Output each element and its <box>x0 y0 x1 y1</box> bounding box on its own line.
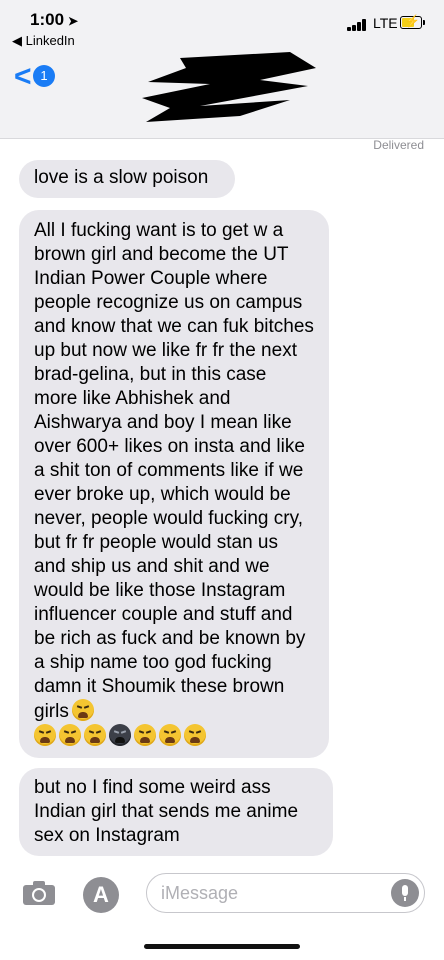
conversation-header: 1:00 ➤ ◀ LinkedIn LTE ⚡ < 1 <box>0 0 444 139</box>
redacted-contact <box>142 52 316 122</box>
signal-icon <box>347 19 369 31</box>
message-input[interactable]: iMessage <box>146 873 425 913</box>
chevron-left-icon: < <box>14 60 32 93</box>
message-bubble: love is a slow poison <box>19 160 235 198</box>
tired-face-dark-icon <box>109 724 131 746</box>
location-arrow-icon: ➤ <box>68 14 79 28</box>
microphone-icon[interactable] <box>391 879 419 907</box>
tired-face-icon <box>134 724 156 746</box>
back-to-app-link[interactable]: ◀ LinkedIn <box>12 33 75 49</box>
tired-face-icon <box>184 724 206 746</box>
unread-badge: 1 <box>33 65 55 87</box>
battery-icon: ⚡ <box>400 14 425 29</box>
emoji-row <box>34 724 314 746</box>
tired-face-icon <box>84 724 106 746</box>
network-label: LTE <box>373 15 398 31</box>
message-bubble: All I fucking want is to get w a brown g… <box>19 210 329 758</box>
app-store-icon[interactable]: A <box>83 877 119 913</box>
status-time: 1:00 ➤ <box>30 10 78 30</box>
message-text: All I fucking want is to get w a brown g… <box>34 220 314 722</box>
tired-face-icon <box>71 699 94 721</box>
delivered-label: Delivered <box>373 138 424 152</box>
tired-face-icon <box>159 724 181 746</box>
message-bubble: but no I find some weird ass Indian girl… <box>19 768 333 856</box>
home-indicator[interactable] <box>144 944 300 949</box>
message-text: love is a slow poison <box>34 167 209 188</box>
tired-face-icon <box>59 724 81 746</box>
camera-icon[interactable] <box>22 880 56 906</box>
message-text: but no I find some weird ass Indian girl… <box>34 777 299 846</box>
message-input-placeholder: iMessage <box>161 883 239 903</box>
tired-face-icon <box>34 724 56 746</box>
time-label: 1:00 <box>30 10 65 29</box>
